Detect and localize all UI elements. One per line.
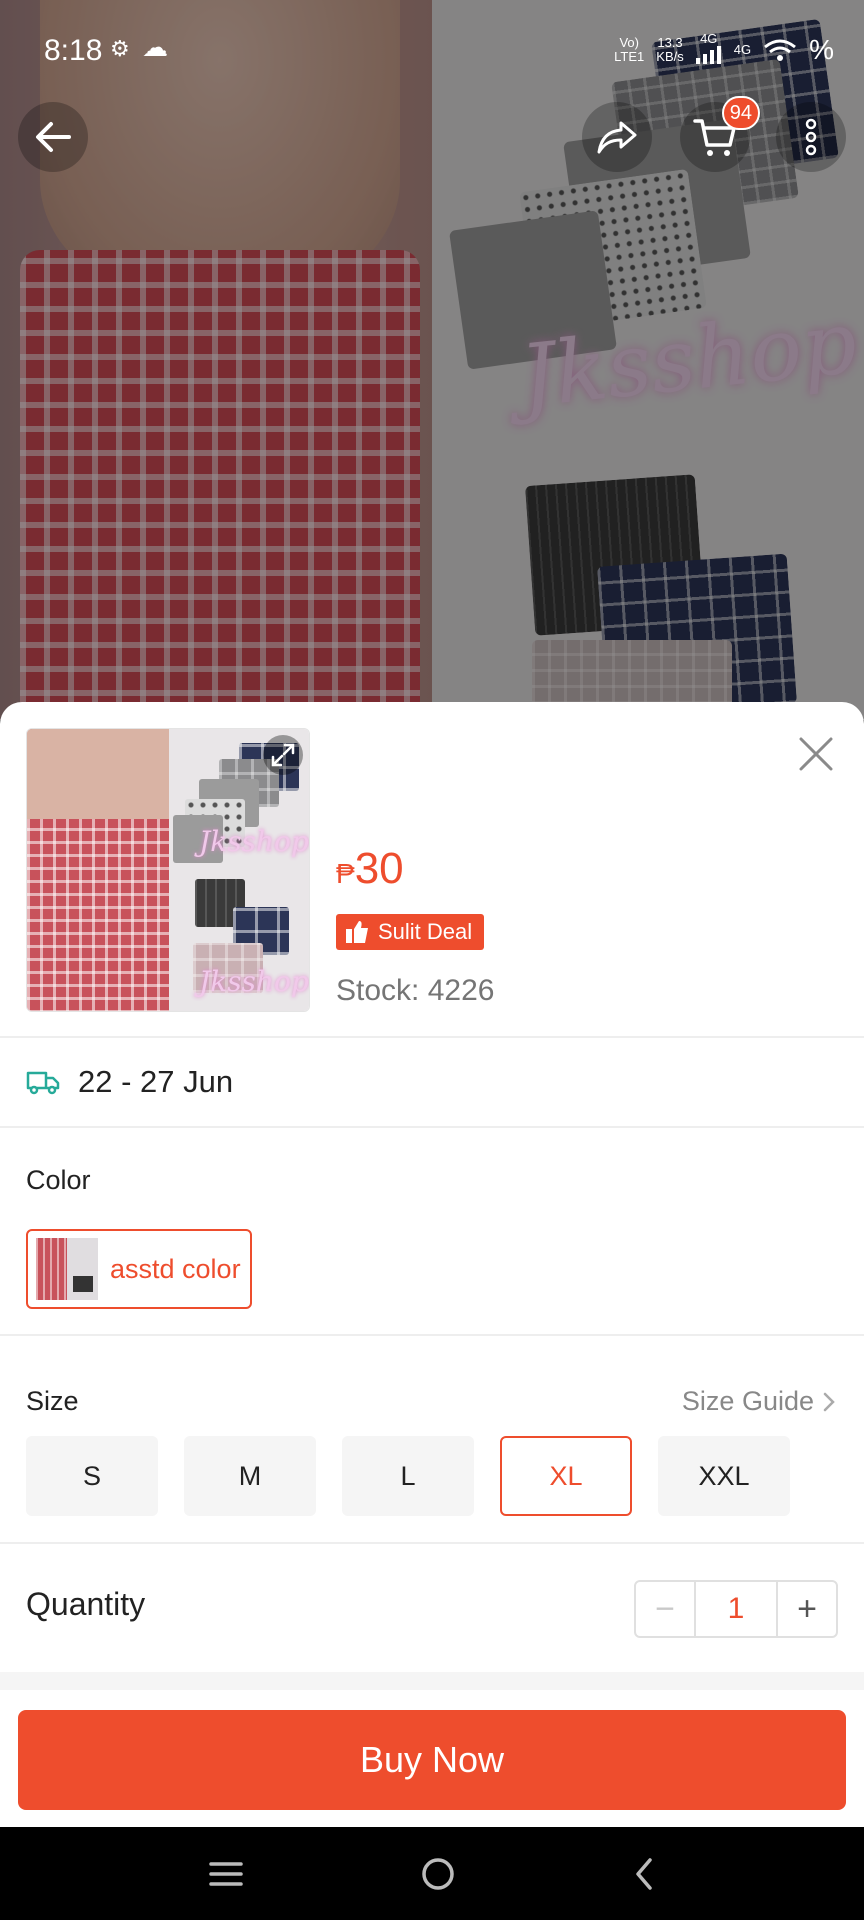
- size-option-m[interactable]: M: [184, 1436, 316, 1516]
- close-icon: [799, 737, 833, 771]
- delivery-date-range: 22 - 27 Jun: [78, 1064, 234, 1099]
- color-label: Color: [26, 1165, 91, 1195]
- size-guide-label: Size Guide: [681, 1386, 814, 1416]
- size-options: S M L XL XXL: [26, 1436, 790, 1516]
- stock-text: Stock: 4226: [336, 974, 495, 1007]
- menu-icon[interactable]: [208, 1860, 244, 1888]
- product-thumbnail[interactable]: Jksshop Jksshop: [26, 728, 310, 1012]
- thumbnail-watermark: Jksshop: [199, 965, 309, 998]
- cart-button[interactable]: 94: [680, 96, 760, 172]
- chevron-right-icon: [823, 1392, 835, 1411]
- back-button[interactable]: [18, 102, 88, 172]
- size-option-xl[interactable]: XL: [500, 1436, 632, 1516]
- thumbnail-left-photo: [27, 729, 169, 1011]
- share-icon: [597, 121, 637, 154]
- close-button[interactable]: [794, 732, 838, 776]
- delivery-estimate: 22 - 27 Jun: [26, 1064, 233, 1100]
- signal-4g-1: 4G: [695, 32, 722, 67]
- thumbs-up-icon: [346, 921, 368, 943]
- settings-gear-icon: ⚙: [110, 36, 130, 61]
- arrow-left-icon: [36, 122, 71, 152]
- share-button[interactable]: [582, 102, 652, 172]
- color-option-thumbnail: [36, 1238, 98, 1300]
- more-vertical-icon: [805, 118, 817, 156]
- signal-4g-2: 4G: [733, 41, 752, 57]
- variation-bottom-sheet: Jksshop Jksshop ₱30 Sulit Deal Stock: 42…: [0, 702, 864, 1827]
- expand-icon[interactable]: [263, 735, 303, 775]
- price-value: 30: [354, 844, 404, 893]
- size-option-l[interactable]: L: [342, 1436, 474, 1516]
- divider: [0, 1334, 864, 1336]
- cart-count-badge: 94: [721, 96, 760, 130]
- sulit-deal-badge: Sulit Deal: [336, 914, 485, 950]
- size-guide-link[interactable]: Size Guide: [682, 1386, 836, 1417]
- color-option-asstd[interactable]: asstd color: [26, 1229, 252, 1309]
- status-bar: 8:18 ⚙ ☁ Vo) LTE1 13.3 KB/s 4G 4G %: [0, 22, 864, 78]
- buy-now-button[interactable]: Buy Now: [18, 1710, 846, 1810]
- size-label: Size: [26, 1386, 79, 1416]
- deal-label: Sulit Deal: [378, 919, 473, 944]
- signal-bars-icon: [695, 46, 721, 64]
- volte-indicator: Vo) LTE1: [614, 34, 645, 64]
- quantity-label: Quantity: [26, 1586, 146, 1622]
- status-indicators: Vo) LTE1 13.3 KB/s 4G 4G %: [614, 32, 834, 67]
- divider: [0, 1036, 864, 1038]
- section-separator: [0, 1672, 864, 1690]
- size-option-s[interactable]: S: [26, 1436, 158, 1516]
- quantity-input[interactable]: 1: [694, 1582, 778, 1636]
- more-options-button[interactable]: [776, 102, 846, 172]
- system-navigation-bar: [0, 1827, 864, 1920]
- divider: [0, 1126, 864, 1128]
- color-option-label: asstd color: [110, 1253, 241, 1284]
- thumbnail-torso: [27, 729, 169, 819]
- product-price: ₱30: [336, 844, 404, 894]
- wifi-icon: [764, 39, 797, 61]
- quantity-increase-button[interactable]: +: [778, 1582, 836, 1636]
- home-circle-icon[interactable]: [420, 1856, 456, 1892]
- cloud-icon: ☁: [142, 32, 168, 62]
- quantity-stepper: − 1 +: [634, 1580, 838, 1638]
- chevron-left-icon[interactable]: [632, 1856, 656, 1892]
- thumbnail-watermark: Jksshop: [199, 825, 309, 858]
- network-speed: 13.3 KB/s: [656, 34, 684, 64]
- status-time: 8:18: [44, 34, 103, 67]
- price-currency: ₱: [336, 858, 355, 889]
- battery-indicator: %: [809, 33, 834, 65]
- divider: [0, 1542, 864, 1544]
- truck-icon: [26, 1071, 60, 1095]
- quantity-decrease-button[interactable]: −: [636, 1582, 694, 1636]
- size-option-xxl[interactable]: XXL: [658, 1436, 790, 1516]
